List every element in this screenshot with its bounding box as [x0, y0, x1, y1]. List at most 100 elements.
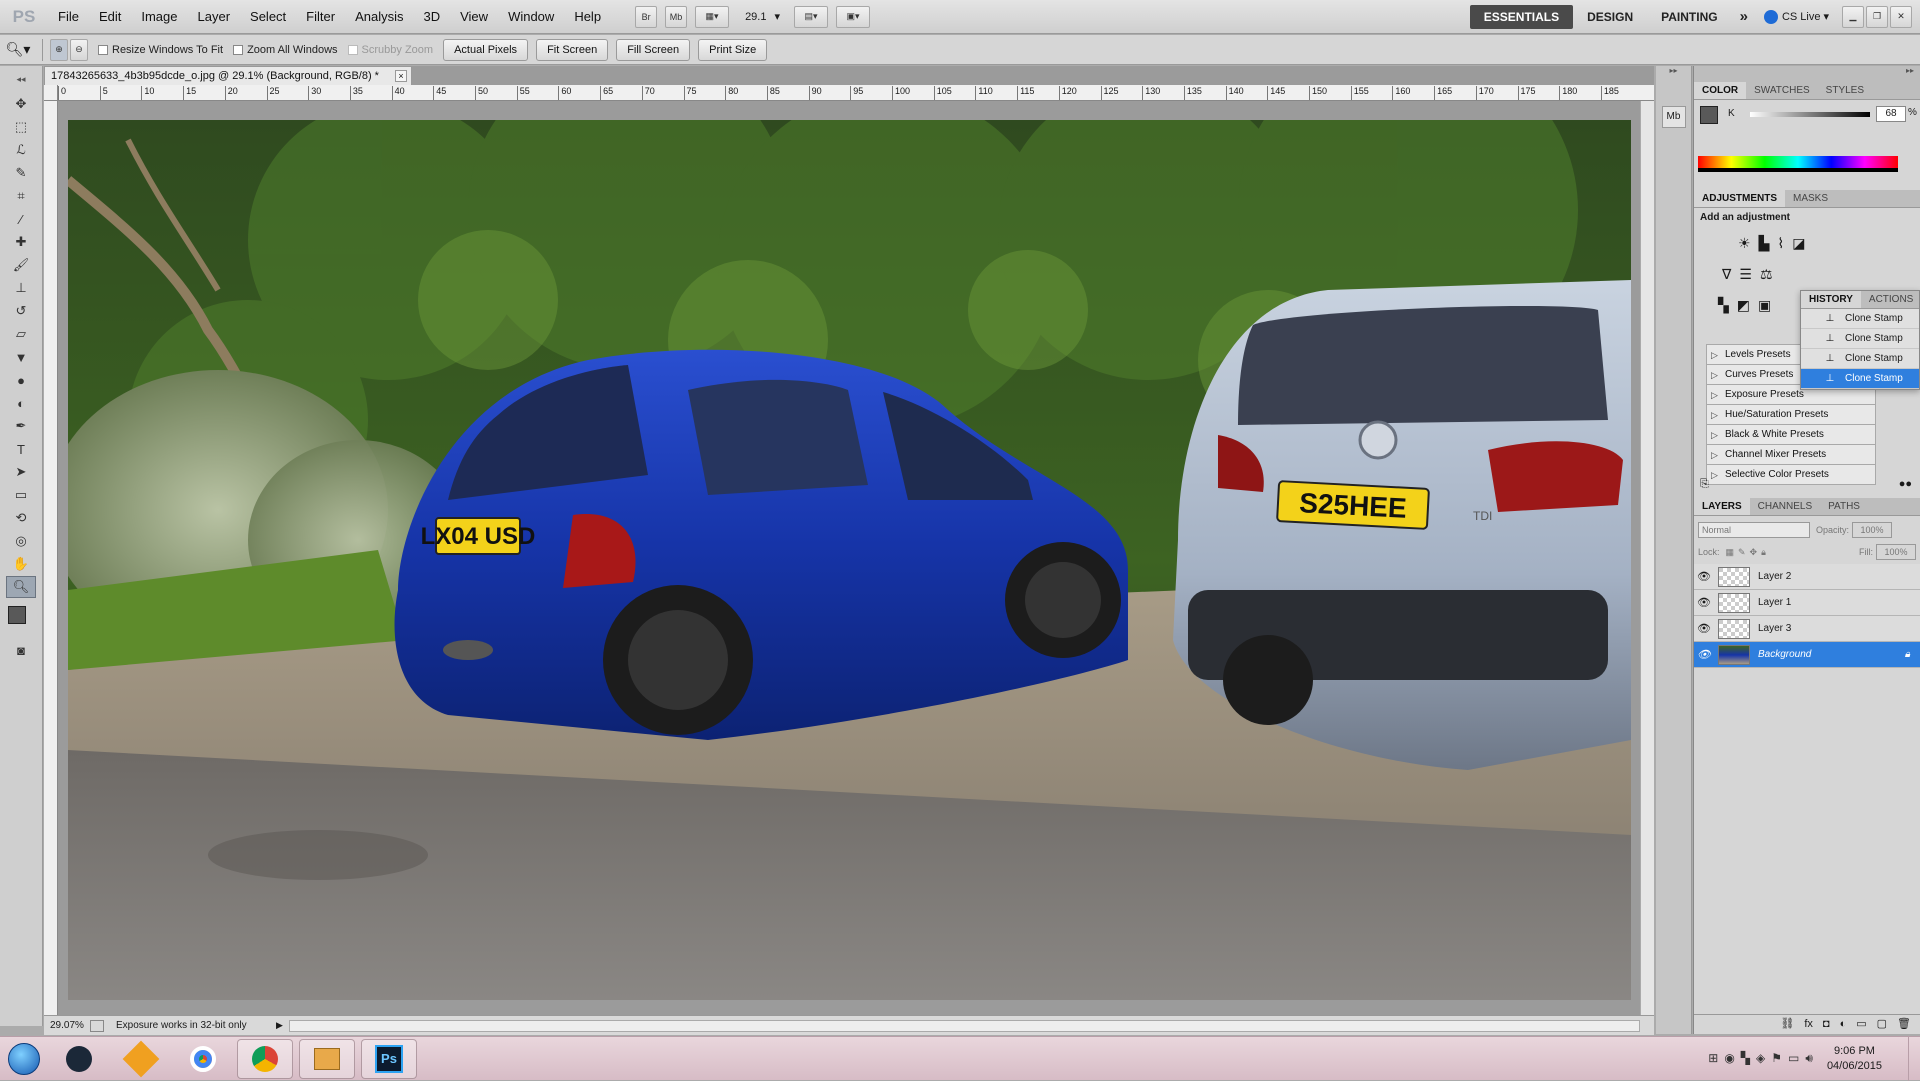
clone-stamp-tool-icon[interactable]: ⊥: [6, 277, 36, 299]
tray-flag-icon[interactable]: ⚑: [1771, 1051, 1782, 1066]
workspace-essentials[interactable]: ESSENTIALS: [1469, 4, 1574, 29]
hue-saturation-icon[interactable]: ☰: [1739, 266, 1752, 283]
foreground-color-swatch[interactable]: [8, 606, 26, 624]
marquee-tool-icon[interactable]: ⬚: [6, 116, 36, 138]
restore-button[interactable]: ❐: [1866, 5, 1888, 28]
close-document-icon[interactable]: ×: [395, 70, 407, 82]
collapse-panels-icon[interactable]: ▸▸: [1694, 66, 1920, 82]
history-item[interactable]: ⊥ Clone Stamp: [1801, 349, 1919, 369]
zoom-all-windows-checkbox[interactable]: Zoom All Windows: [233, 44, 338, 56]
tab-channels[interactable]: CHANNELS: [1750, 498, 1820, 515]
zoom-tool-icon[interactable]: 🔍︎: [6, 576, 36, 598]
tab-actions[interactable]: ACTIONS: [1861, 291, 1920, 308]
mini-bridge-button[interactable]: Mb: [665, 5, 688, 28]
blur-tool-icon[interactable]: ●: [6, 369, 36, 391]
color-foreground-swatch[interactable]: [1700, 106, 1718, 124]
arrange-documents-button[interactable]: ▤▾: [794, 5, 829, 28]
layer-row[interactable]: 👁︎ Layer 2: [1694, 564, 1920, 590]
ruler-origin[interactable]: [44, 85, 58, 101]
eyedropper-tool-icon[interactable]: ⁄: [6, 208, 36, 230]
history-item[interactable]: ⊥ Clone Stamp: [1801, 329, 1919, 349]
preset-5[interactable]: Channel Mixer Presets: [1706, 444, 1876, 465]
menu-image[interactable]: Image: [131, 0, 187, 34]
mini-bridge-panel-icon[interactable]: Mb: [1661, 106, 1686, 128]
tab-styles[interactable]: STYLES: [1818, 82, 1872, 99]
taskbar-chrome[interactable]: [175, 1039, 231, 1079]
tab-paths[interactable]: PATHS: [1820, 498, 1868, 515]
brush-tool-icon[interactable]: 🖌︎: [6, 254, 36, 276]
minimize-button[interactable]: ▁: [1842, 5, 1864, 28]
start-button[interactable]: [0, 1039, 48, 1079]
posterize-icon[interactable]: ▚: [1718, 297, 1729, 314]
clock[interactable]: 9:06 PM 04/06/2015: [1827, 1044, 1882, 1074]
adjustment-clip-icon[interactable]: ●●: [1899, 478, 1912, 490]
history-item[interactable]: ⊥ Clone Stamp: [1801, 309, 1919, 329]
color-balance-icon[interactable]: ⚖: [1760, 266, 1773, 283]
collapse-toolbox-icon[interactable]: ◂◂: [0, 66, 42, 92]
taskbar-chrome-2[interactable]: [237, 1038, 293, 1079]
vertical-scrollbar[interactable]: [1640, 101, 1654, 1015]
workspace-painting[interactable]: PAINTING: [1647, 5, 1731, 29]
view-extras-button[interactable]: ▦▾: [695, 5, 730, 28]
collapse-dock-icon[interactable]: ▸▸: [1656, 66, 1691, 82]
taskbar-steam[interactable]: [51, 1039, 107, 1079]
zoom-out-icon[interactable]: ⊖: [70, 38, 88, 61]
menu-layer[interactable]: Layer: [188, 0, 241, 34]
zoom-level-dropdown[interactable]: 29.1 ▾: [745, 10, 780, 24]
3d-orbit-tool-icon[interactable]: ◎: [6, 530, 36, 552]
menu-3d[interactable]: 3D: [413, 0, 450, 34]
tab-history[interactable]: HISTORY: [1801, 291, 1861, 308]
fill-input[interactable]: 100%: [1876, 544, 1916, 560]
move-tool-icon[interactable]: ✥: [6, 93, 36, 115]
tab-swatches[interactable]: SWATCHES: [1746, 82, 1818, 99]
status-zoom[interactable]: 29.07%: [44, 1020, 90, 1031]
opacity-input[interactable]: 100%: [1852, 522, 1893, 538]
print-size-button[interactable]: Print Size: [698, 38, 768, 61]
vertical-ruler[interactable]: [44, 101, 58, 1015]
k-slider[interactable]: [1750, 112, 1870, 117]
type-tool-icon[interactable]: T: [6, 438, 36, 460]
bridge-button[interactable]: Br: [635, 5, 658, 28]
path-selection-tool-icon[interactable]: ➤: [6, 461, 36, 483]
menu-analysis[interactable]: Analysis: [345, 0, 413, 34]
layer-row[interactable]: 👁︎ Layer 1: [1694, 590, 1920, 616]
pen-tool-icon[interactable]: ✒: [6, 415, 36, 437]
menu-help[interactable]: Help: [564, 0, 611, 34]
eye-icon[interactable]: 👁︎: [1694, 570, 1714, 583]
dodge-tool-icon[interactable]: ◐: [6, 392, 36, 414]
document-tab[interactable]: 17843265633_4b3b95dcde_o.jpg @ 29.1% (Ba…: [44, 66, 412, 85]
resize-windows-checkbox[interactable]: Resize Windows To Fit: [98, 44, 223, 56]
zoom-in-icon[interactable]: ⊕: [50, 38, 68, 61]
link-layers-icon[interactable]: ⛓: [1780, 1015, 1794, 1034]
menu-window[interactable]: Window: [498, 0, 564, 34]
selective-color-icon[interactable]: ▣: [1758, 297, 1771, 314]
new-group-icon[interactable]: ▭: [1856, 1015, 1866, 1034]
menu-edit[interactable]: Edit: [89, 0, 131, 34]
delete-layer-icon[interactable]: 🗑︎: [1897, 1015, 1911, 1034]
menu-select[interactable]: Select: [240, 0, 296, 34]
menu-file[interactable]: File: [48, 0, 89, 34]
menu-view[interactable]: View: [450, 0, 498, 34]
curves-icon[interactable]: ⌇: [1777, 235, 1784, 252]
eraser-tool-icon[interactable]: ▱: [6, 323, 36, 345]
adjustment-footer-icon[interactable]: ⎘: [1700, 478, 1709, 491]
exposure-icon[interactable]: ◪: [1792, 235, 1805, 252]
cs-live-button[interactable]: CS Live ▾: [1763, 9, 1829, 24]
tray-windows-icon[interactable]: ⊞: [1708, 1051, 1718, 1066]
tab-masks[interactable]: MASKS: [1785, 190, 1836, 207]
horizontal-scrollbar[interactable]: [288, 1019, 1640, 1032]
menu-filter[interactable]: Filter: [296, 0, 345, 34]
taskbar-winamp[interactable]: [113, 1039, 169, 1079]
tab-layers[interactable]: LAYERS: [1694, 498, 1750, 515]
color-ramp[interactable]: [1698, 156, 1898, 172]
vibrance-icon[interactable]: ∇: [1722, 266, 1731, 283]
fill-screen-button[interactable]: Fill Screen: [616, 38, 691, 61]
layer-row[interactable]: 👁︎ Layer 3: [1694, 616, 1920, 642]
preset-6[interactable]: Selective Color Presets: [1706, 464, 1876, 485]
paint-bucket-tool-icon[interactable]: ▼: [6, 346, 36, 368]
tab-adjustments[interactable]: ADJUSTMENTS: [1694, 190, 1786, 207]
tab-color[interactable]: COLOR: [1694, 82, 1747, 99]
quick-mask-icon[interactable]: ◙: [6, 639, 36, 661]
lock-icons[interactable]: ▦✎✥🔒︎: [1726, 547, 1770, 558]
taskbar-photoshop[interactable]: Ps: [361, 1038, 417, 1079]
